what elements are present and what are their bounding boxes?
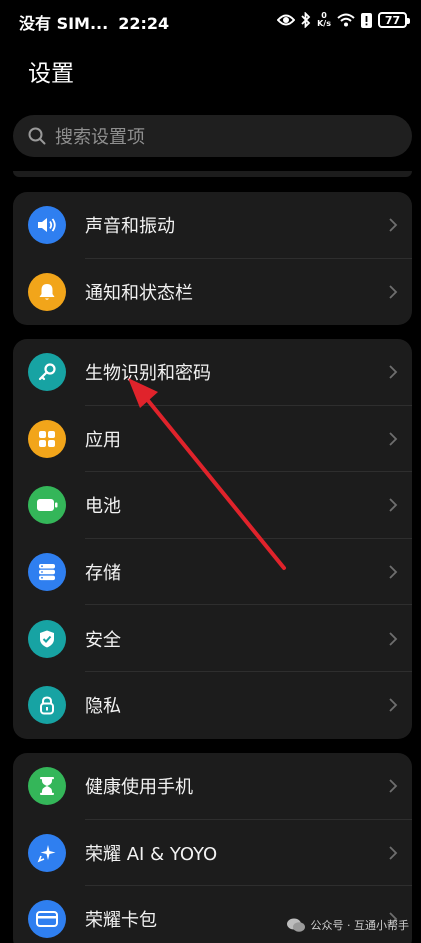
chevron-right-icon: [389, 565, 398, 579]
storage-icon: [28, 553, 66, 592]
settings-item-label: 荣耀卡包: [85, 910, 157, 932]
speaker-icon: [28, 206, 66, 245]
hourglass-icon: [28, 767, 66, 806]
settings-item-label: 存储: [85, 563, 121, 585]
status-left: 没有 SIM... 22:24: [19, 10, 169, 34]
search-placeholder: 搜索设置项: [55, 127, 145, 148]
settings-item-security[interactable]: 安全: [13, 605, 412, 672]
chevron-right-icon: [389, 846, 398, 860]
chevron-right-icon: [389, 632, 398, 646]
settings-group-sound-notifications: 声音和振动 通知和状态栏: [13, 192, 412, 325]
alert-sim-icon: [361, 12, 372, 28]
settings-item-apps[interactable]: 应用: [13, 406, 412, 473]
network-speed: 0 K/s: [317, 12, 331, 28]
watermark: 公众号 · 互通小帮手: [286, 917, 410, 933]
settings-item-battery[interactable]: 电池: [13, 472, 412, 539]
settings-item-label: 应用: [85, 429, 121, 451]
chevron-right-icon: [389, 432, 398, 446]
search-icon: [28, 127, 46, 145]
settings-item-privacy[interactable]: 隐私: [13, 672, 412, 739]
settings-item-label: 声音和振动: [85, 216, 175, 238]
wechat-icon: [286, 918, 305, 932]
key-icon: [28, 353, 66, 392]
bluetooth-icon: [301, 12, 311, 28]
settings-item-digital-wellbeing[interactable]: 健康使用手机: [13, 753, 412, 820]
settings-item-honor-wallet[interactable]: 荣耀卡包: [13, 886, 412, 943]
apps-grid-icon: [28, 419, 66, 458]
settings-item-label: 生物识别和密码: [85, 363, 211, 385]
network-speed-unit: K/s: [317, 19, 331, 28]
chevron-right-icon: [389, 698, 398, 712]
search-input[interactable]: 搜索设置项: [13, 115, 412, 157]
eye-icon: [277, 14, 296, 26]
clock: 22:24: [118, 14, 170, 33]
watermark-text: 公众号 · 互通小帮手: [310, 919, 410, 932]
carrier-text: 没有 SIM...: [19, 14, 109, 33]
settings-item-sound[interactable]: 声音和振动: [13, 192, 412, 259]
chevron-right-icon: [389, 285, 398, 299]
settings-group-system: 生物识别和密码 应用 电池 存储 安全 隐私: [13, 339, 412, 739]
chevron-right-icon: [389, 218, 398, 232]
lock-icon: [28, 686, 66, 725]
shield-check-icon: [28, 619, 66, 658]
settings-item-storage[interactable]: 存储: [13, 539, 412, 606]
chevron-right-icon: [389, 365, 398, 379]
settings-item-label: 健康使用手机: [85, 777, 193, 799]
status-bar: 没有 SIM... 22:24 0 K/s 77: [0, 0, 421, 42]
sparkle-icon: [28, 833, 66, 872]
settings-item-label: 隐私: [85, 696, 121, 718]
chevron-right-icon: [389, 498, 398, 513]
settings-item-label: 安全: [85, 629, 121, 651]
settings-item-honor-ai-yoyo[interactable]: 荣耀 AI & YOYO: [13, 820, 412, 887]
bell-icon: [28, 272, 66, 311]
battery-icon: [28, 486, 66, 525]
page-title: 设置: [28, 61, 74, 87]
settings-item-label: 通知和状态栏: [85, 282, 193, 304]
status-icons: 0 K/s 77: [277, 10, 410, 30]
settings-item-label: 电池: [85, 496, 121, 518]
settings-item-label: 荣耀 AI & YOYO: [85, 843, 218, 865]
battery-indicator: 77: [378, 12, 410, 28]
settings-item-notifications[interactable]: 通知和状态栏: [13, 259, 412, 325]
chevron-right-icon: [389, 779, 398, 793]
card-icon: [28, 900, 66, 939]
previous-group-edge: [13, 171, 412, 177]
wifi-icon: [337, 13, 355, 27]
settings-item-biometrics[interactable]: 生物识别和密码: [13, 339, 412, 406]
settings-group-services: 健康使用手机 荣耀 AI & YOYO 荣耀卡包: [13, 753, 412, 943]
